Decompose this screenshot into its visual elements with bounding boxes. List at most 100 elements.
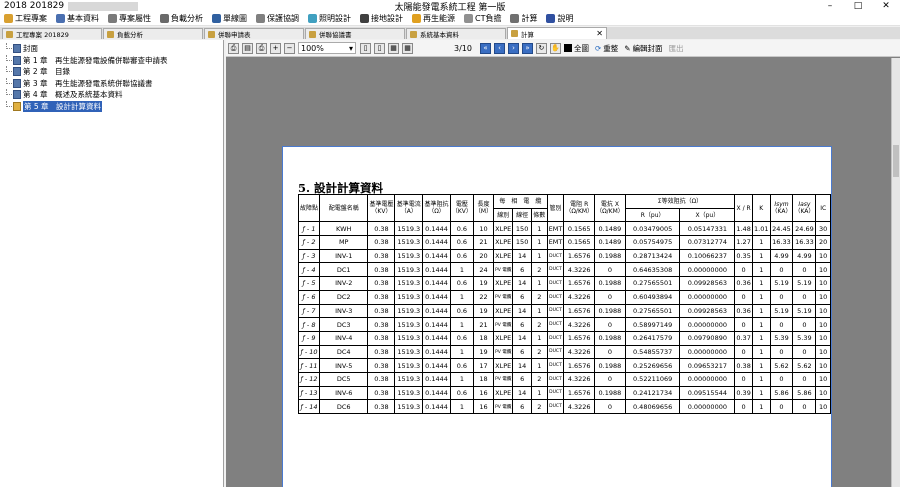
table-cell: 1: [752, 289, 771, 305]
table-cell: 0: [769, 289, 794, 305]
table-cell: 0: [792, 317, 817, 332]
tab[interactable]: 負載分析: [103, 28, 203, 39]
menu-item[interactable]: 保護協調: [256, 13, 299, 24]
export-button[interactable]: 匯出: [669, 43, 684, 54]
full-view-button[interactable]: 全圖: [563, 43, 589, 54]
fault-calc-body: ƒ - 1 KWH 0.38 1519.3 0.1444 0.6 10 XLPE 150 1 EMT…: [297, 221, 831, 414]
menu-item[interactable]: 說明: [546, 13, 573, 24]
single-page-icon[interactable]: ▯: [360, 42, 371, 54]
table-cell: 16: [472, 385, 495, 401]
document-icon: [13, 101, 21, 111]
menu-item[interactable]: 工程專案: [4, 13, 47, 24]
table-cell: 14: [512, 303, 532, 319]
table-row: ƒ - 8 DC3 0.38 1519.3 0.1444 1 21 PV 電纜 6 2 DUCT 4.…: [297, 317, 831, 332]
table-cell: ƒ - 2: [297, 235, 321, 250]
tab[interactable]: 系統基本資料: [406, 28, 506, 39]
table-cell: 0.48069656: [624, 399, 681, 414]
page-setup-icon[interactable]: ▤: [242, 42, 253, 54]
table-cell: 0: [594, 399, 626, 414]
table-cell: PV 電纜: [493, 344, 514, 360]
table-cell: 0.38: [367, 330, 396, 346]
tab-close-icon[interactable]: ✕: [596, 29, 603, 38]
scrollbar-thumb[interactable]: [893, 145, 899, 177]
menu-item[interactable]: CT負擔: [464, 13, 501, 24]
tree-item[interactable]: 封面: [0, 43, 223, 55]
printer-icon[interactable]: ⎙: [256, 42, 267, 54]
two-page-icon[interactable]: ▯: [374, 42, 385, 54]
table-cell: 0: [792, 371, 817, 387]
menu-item[interactable]: 基本資料: [56, 13, 99, 24]
zoom-in-icon[interactable]: +: [270, 42, 281, 54]
tab-icon: [107, 30, 114, 38]
table-cell: ƒ - 8: [297, 317, 321, 332]
table-cell: DUCT: [546, 317, 565, 332]
col-sum-z: Σ等效阻抗（Ω）: [624, 194, 736, 209]
tab[interactable]: 併聯申請表: [204, 28, 304, 39]
col-base-i-unit: （A）: [400, 208, 417, 216]
thumbnail-icon[interactable]: ▦: [402, 42, 413, 54]
minimize-button[interactable]: –: [816, 0, 844, 12]
zoom-select[interactable]: 100% ▾: [298, 42, 356, 54]
tree-item[interactable]: 第 2 章 目錄: [0, 66, 223, 78]
tab[interactable]: 計算 ✕: [507, 27, 607, 39]
multi-page-icon[interactable]: ▦: [388, 42, 399, 54]
close-button[interactable]: ✕: [872, 0, 900, 12]
table-cell: XLPE: [493, 248, 514, 264]
table-cell: 10: [815, 344, 831, 360]
menu-icon: [360, 14, 369, 23]
table-cell: 0: [594, 344, 626, 360]
menu-item[interactable]: 接地設計: [360, 13, 403, 24]
table-cell: 0.00000000: [679, 262, 736, 278]
table-cell: 18: [472, 330, 495, 346]
table-cell: 4.3226: [563, 344, 596, 360]
table-cell: 0: [769, 371, 794, 387]
menu-item[interactable]: 單線圖: [212, 13, 247, 24]
tree-item[interactable]: 第 3 章 再生能源發電系統併聯協議書: [0, 77, 223, 90]
tab[interactable]: 工程專案 201829: [2, 28, 102, 39]
table-cell: 0.1444: [422, 262, 451, 278]
document-tabs: 工程專案 201829 負載分析 併聯申請表 併聯協議書 系統基本資料 計算 ✕: [0, 27, 900, 39]
table-cell: DUCT: [546, 276, 565, 291]
table-cell: 1: [530, 358, 548, 373]
fault-calc-table: 故障點 配電盤名稱 基準電壓 （KV） 基準電流 （A） 基準阻抗 （Ω） 電壓 （KV…: [297, 193, 831, 414]
table-cell: 19: [472, 344, 495, 360]
vertical-scrollbar[interactable]: [891, 58, 900, 487]
table-cell: 5.86: [792, 385, 817, 401]
table-cell: ƒ - 7: [297, 303, 321, 319]
menu-item[interactable]: 再生能源: [412, 13, 455, 24]
page-scroll-area[interactable]: 5. 設計計算資料 故障點 配電盤名稱 基準電壓 （KV） 基準電流 （A） 基準阻…: [226, 58, 891, 487]
table-cell: 5.19: [792, 303, 817, 319]
refresh-icon[interactable]: ↻: [535, 42, 547, 54]
table-cell: 1.6576: [563, 385, 596, 401]
menu-item[interactable]: 負載分析: [160, 13, 203, 24]
menu-item[interactable]: 專案屬性: [108, 13, 151, 24]
print-icon[interactable]: ⎙: [228, 42, 239, 54]
zoom-out-icon[interactable]: −: [284, 42, 295, 54]
tree-item[interactable]: 第 5 章 設計計算資料: [0, 100, 223, 113]
table-cell: 0.24121734: [624, 385, 681, 401]
prev-page-icon[interactable]: ‹: [493, 42, 505, 54]
table-cell: 0.6: [449, 235, 474, 250]
edit-cover-button[interactable]: ✎ 編輯封面: [624, 43, 662, 54]
table-cell: 1: [530, 235, 548, 250]
table-cell: 21: [472, 235, 495, 250]
tab-icon: [6, 30, 13, 38]
table-cell: 1519.3: [394, 317, 424, 332]
table-row: ƒ - 12 DC5 0.38 1519.3 0.1444 1 18 PV 電纜 6 2 DUCT 4…: [297, 371, 831, 387]
tab[interactable]: 併聯協議書: [305, 28, 405, 39]
maximize-button[interactable]: □: [844, 0, 872, 12]
hand-tool-icon[interactable]: ✋: [549, 42, 561, 54]
table-cell: 10: [815, 303, 831, 319]
table-row: ƒ - 4 DC1 0.38 1519.3 0.1444 1 24 PV 電纜 6 2 DUCT 4.…: [297, 262, 831, 278]
menu-item[interactable]: 計算: [510, 13, 537, 24]
redraw-button[interactable]: ⟳ 重整: [595, 43, 618, 54]
table-cell: 5.19: [769, 303, 794, 319]
last-page-icon[interactable]: »: [521, 42, 533, 54]
first-page-icon[interactable]: «: [479, 42, 491, 54]
tree-item[interactable]: 第 1 章 再生能源發電設備併聯審查申請表: [0, 54, 223, 67]
menu-item[interactable]: 照明設計: [308, 13, 351, 24]
next-page-icon[interactable]: ›: [507, 42, 519, 54]
tree-item[interactable]: 第 4 章 概述及系統基本資料: [0, 89, 223, 101]
col-base-z-unit: （Ω）: [428, 208, 445, 216]
table-cell: 0.00000000: [679, 289, 736, 305]
